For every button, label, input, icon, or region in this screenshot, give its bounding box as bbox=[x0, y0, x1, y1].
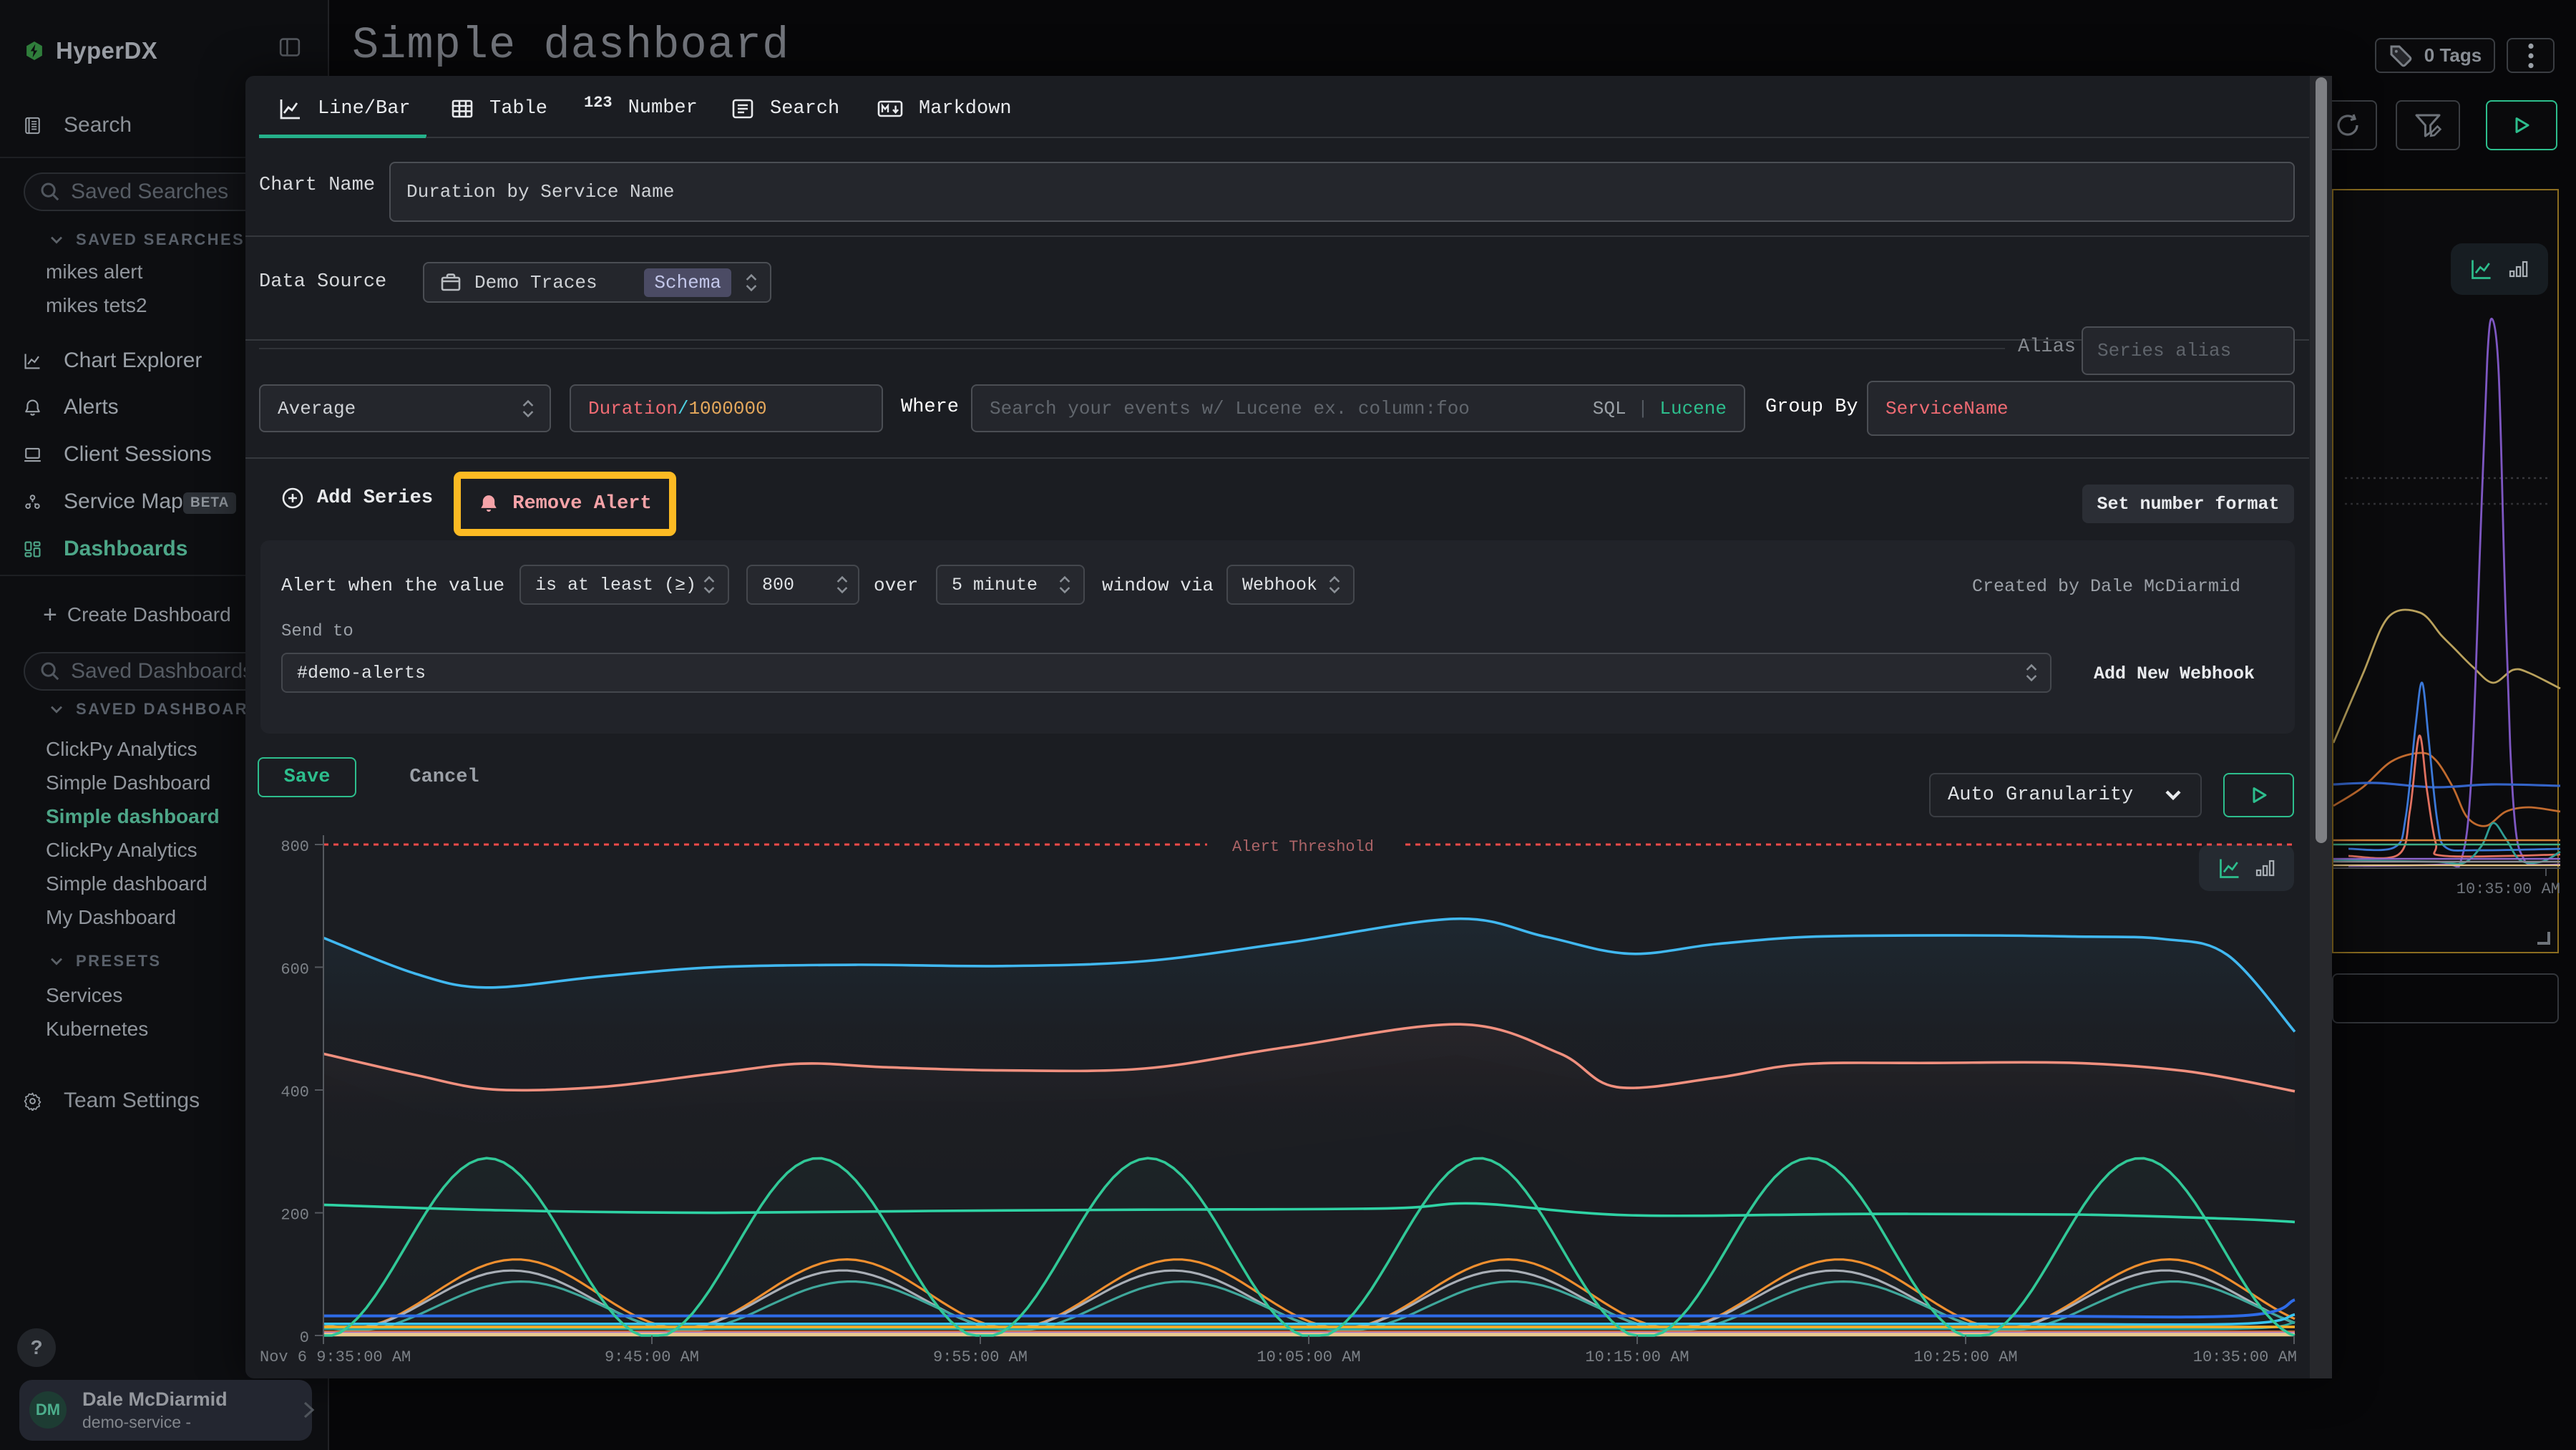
svg-text:800: 800 bbox=[280, 838, 309, 856]
svg-text:400: 400 bbox=[280, 1084, 309, 1101]
svg-text:200: 200 bbox=[280, 1206, 309, 1224]
svg-text:9:55:00 AM: 9:55:00 AM bbox=[933, 1348, 1028, 1366]
svg-text:10:35:00 AM: 10:35:00 AM bbox=[2457, 880, 2560, 898]
svg-text:0: 0 bbox=[300, 1329, 309, 1347]
svg-text:Alert Threshold: Alert Threshold bbox=[1232, 838, 1374, 856]
svg-text:10:35:00 AM: 10:35:00 AM bbox=[2193, 1348, 2297, 1366]
svg-text:600: 600 bbox=[280, 961, 309, 979]
svg-text:10:15:00 AM: 10:15:00 AM bbox=[1585, 1348, 1689, 1366]
svg-text:10:05:00 AM: 10:05:00 AM bbox=[1257, 1348, 1360, 1366]
svg-text:Nov 6 9:35:00 AM: Nov 6 9:35:00 AM bbox=[260, 1348, 411, 1366]
svg-text:9:45:00 AM: 9:45:00 AM bbox=[605, 1348, 699, 1366]
svg-text:10:25:00 AM: 10:25:00 AM bbox=[1913, 1348, 2017, 1366]
